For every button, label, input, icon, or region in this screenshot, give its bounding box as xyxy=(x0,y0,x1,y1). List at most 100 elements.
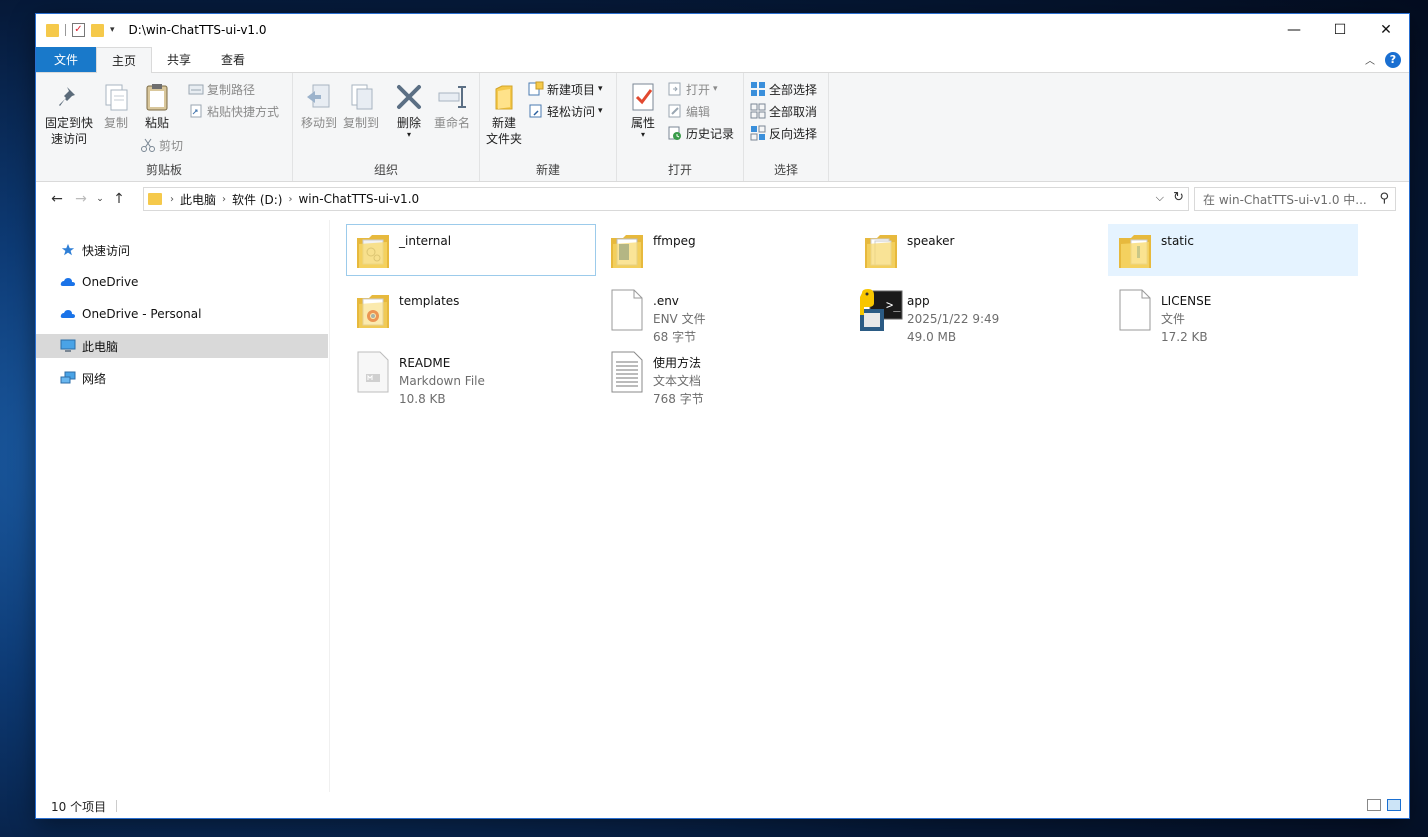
star-icon xyxy=(61,243,75,256)
help-icon[interactable]: ? xyxy=(1385,51,1401,68)
cloud-icon xyxy=(60,310,75,318)
paste-button[interactable]: 粘贴 xyxy=(140,81,174,131)
breadcrumb-current-folder[interactable]: win-ChatTTS-ui-v1.0 xyxy=(298,192,419,206)
file-list: _internal ffmpeg speaker static template… xyxy=(346,222,1406,792)
paste-label: 粘贴 xyxy=(144,116,169,130)
open-button[interactable]: 打开 ▾ xyxy=(667,79,718,99)
tab-share[interactable]: 共享 xyxy=(152,47,206,72)
chevron-down-icon: ▾ xyxy=(598,84,603,94)
select-all-icon xyxy=(751,82,765,96)
large-icons-view-icon[interactable] xyxy=(1387,799,1401,811)
ribbon-tabs: 文件 主页 共享 查看 ︿ ? xyxy=(36,47,1409,73)
chevron-right-icon[interactable]: › xyxy=(288,194,292,205)
back-arrow-icon[interactable]: ← xyxy=(45,191,69,207)
search-input[interactable]: 在 win-ChatTTS-ui-v1.0 中... xyxy=(1203,191,1367,208)
file-item[interactable]: ffmpeg xyxy=(600,224,850,276)
chevron-right-icon[interactable]: › xyxy=(170,194,174,205)
new-folder-button[interactable]: 新建 文件夹 xyxy=(484,81,524,147)
rename-button[interactable]: 重命名 xyxy=(429,81,475,131)
invert-selection-button[interactable]: 反向选择 xyxy=(750,123,817,143)
file-item[interactable]: .env ENV 文件 68 字节 xyxy=(600,284,850,344)
quick-access-toolbar: ✓ ▾ xyxy=(36,14,115,46)
nav-item-this-pc[interactable]: 此电脑 xyxy=(36,334,328,358)
refresh-icon[interactable]: ↻ xyxy=(1173,190,1184,205)
nav-label: 网络 xyxy=(82,371,107,386)
file-item[interactable]: README Markdown File 10.8 KB xyxy=(346,346,596,406)
select-all-button[interactable]: 全部选择 xyxy=(750,79,817,99)
cut-label: 剪切 xyxy=(159,138,184,153)
file-size: 17.2 KB xyxy=(1161,330,1208,344)
copy-to-label: 复制到 xyxy=(342,116,379,130)
history-label: 历史记录 xyxy=(686,126,735,141)
edit-button[interactable]: 编辑 xyxy=(667,101,710,121)
file-type: 文本文档 xyxy=(653,374,702,388)
group-label-clipboard: 剪贴板 xyxy=(145,163,182,177)
chevron-down-icon: ▾ xyxy=(598,106,603,116)
nav-item-onedrive[interactable]: OneDrive xyxy=(36,270,328,294)
cloud-icon xyxy=(60,278,75,286)
file-item[interactable]: 使用方法 文本文档 768 字节 xyxy=(600,346,850,406)
delete-button[interactable]: 删除 ▾ xyxy=(391,81,427,139)
pin-to-quick-access-button[interactable]: 固定到快 速访问 xyxy=(42,81,96,147)
up-arrow-icon[interactable]: ↑ xyxy=(107,191,131,207)
search-icon[interactable]: ⚲ xyxy=(1379,191,1389,206)
recent-locations-chevron-icon[interactable]: ⌄ xyxy=(93,194,107,204)
title-bar: ✓ ▾ D:\win-ChatTTS-ui-v1.0 — ☐ ✕ xyxy=(36,14,1409,46)
tab-home[interactable]: 主页 xyxy=(96,47,153,73)
navigation-row: ← → ⌄ ↑ › 此电脑 › 软件 (D:) › win-ChatTTS-ui… xyxy=(36,185,1409,213)
breadcrumb-drive-d[interactable]: 软件 (D:) xyxy=(232,191,282,208)
file-name: LICENSE xyxy=(1161,294,1212,308)
file-item[interactable]: static xyxy=(1108,224,1358,276)
tab-file[interactable]: 文件 xyxy=(36,47,97,72)
markdown-file-icon xyxy=(357,351,389,393)
copy-to-button[interactable]: 复制到 xyxy=(341,81,381,131)
move-to-button[interactable]: 移动到 xyxy=(299,81,339,131)
select-none-button[interactable]: 全部取消 xyxy=(750,101,817,121)
paste-shortcut-button[interactable]: 粘贴快捷方式 xyxy=(188,101,279,121)
group-label-new: 新建 xyxy=(535,163,560,177)
computer-icon xyxy=(60,339,76,352)
close-button[interactable]: ✕ xyxy=(1363,14,1409,46)
cut-button[interactable]: 剪切 xyxy=(140,135,183,155)
clipboard-icon xyxy=(146,84,168,111)
select-group: 全部选择 全部取消 反向选择 选择 xyxy=(744,73,829,181)
nav-item-onedrive-personal[interactable]: OneDrive - Personal xyxy=(36,302,328,326)
group-label-open: 打开 xyxy=(667,163,692,177)
chevron-up-icon[interactable]: ︿ xyxy=(1365,52,1375,67)
breadcrumb-this-pc[interactable]: 此电脑 xyxy=(180,191,216,208)
nav-item-network[interactable]: 网络 xyxy=(36,366,328,390)
chevron-down-icon: ▾ xyxy=(713,84,718,94)
file-name: templates xyxy=(399,294,460,308)
file-item[interactable]: >_ app 2025/1/22 9:49 49.0 MB xyxy=(854,284,1104,344)
history-icon xyxy=(668,126,681,140)
easy-access-button[interactable]: 轻松访问 ▾ xyxy=(528,101,603,121)
new-folder-icon[interactable] xyxy=(91,23,104,37)
scissors-icon xyxy=(141,138,155,152)
copy-path-label: 复制路径 xyxy=(207,82,256,97)
tab-view[interactable]: 查看 xyxy=(206,47,260,72)
details-view-icon[interactable] xyxy=(1367,799,1381,811)
file-item[interactable]: speaker xyxy=(854,224,1104,276)
status-bar: 10 个项目 xyxy=(36,794,1409,818)
nav-item-quick-access[interactable]: 快速访问 xyxy=(36,238,328,262)
chevron-right-icon[interactable]: › xyxy=(222,194,226,205)
forward-arrow-icon[interactable]: → xyxy=(69,191,93,207)
history-button[interactable]: 历史记录 xyxy=(667,123,734,143)
minimize-button[interactable]: — xyxy=(1271,14,1317,46)
properties-icon[interactable]: ✓ xyxy=(72,23,85,37)
file-item[interactable]: templates xyxy=(346,284,596,336)
file-item[interactable]: _internal xyxy=(346,224,596,276)
address-bar[interactable]: › 此电脑 › 软件 (D:) › win-ChatTTS-ui-v1.0 ⌵ … xyxy=(143,187,1189,211)
new-item-button[interactable]: 新建项目 ▾ xyxy=(528,79,603,99)
search-box[interactable]: 在 win-ChatTTS-ui-v1.0 中... ⚲ xyxy=(1194,187,1396,211)
file-item[interactable]: LICENSE 文件 17.2 KB xyxy=(1108,284,1358,344)
copy-path-button[interactable]: 复制路径 xyxy=(188,79,255,99)
maximize-button[interactable]: ☐ xyxy=(1317,14,1363,46)
copy-button[interactable]: 复制 xyxy=(100,81,132,131)
invert-selection-label: 反向选择 xyxy=(769,126,818,141)
file-name: 使用方法 xyxy=(653,356,702,370)
properties-button[interactable]: 属性 ▾ xyxy=(623,81,663,139)
chevron-down-icon[interactable]: ▾ xyxy=(110,25,115,35)
address-dropdown-icon[interactable]: ⌵ xyxy=(1156,191,1164,205)
new-folder-label-2: 文件夹 xyxy=(485,132,522,146)
